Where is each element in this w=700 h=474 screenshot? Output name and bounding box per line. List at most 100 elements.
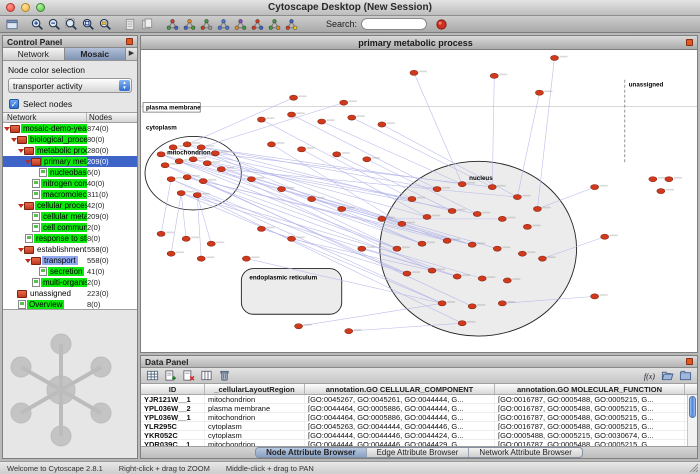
network-edge[interactable] xyxy=(171,193,181,254)
attribute-columns-icon[interactable] xyxy=(198,368,215,384)
network-node[interactable] xyxy=(157,152,165,157)
network-node[interactable] xyxy=(290,95,298,100)
network-node[interactable] xyxy=(177,190,185,195)
tree-item[interactable]: mosaic-demo-yeast874(0) xyxy=(3,123,137,134)
network-node[interactable] xyxy=(338,206,346,211)
network-node[interactable] xyxy=(257,117,265,122)
network-node[interactable] xyxy=(295,324,303,329)
tree-expander-icon[interactable] xyxy=(10,138,17,142)
annotation-icon[interactable] xyxy=(266,16,283,32)
tree-item[interactable]: nitrogen compo...40(0) xyxy=(3,178,137,189)
show-all-icon[interactable] xyxy=(139,16,156,32)
network-node[interactable] xyxy=(345,329,353,334)
close-window-button[interactable] xyxy=(6,3,15,12)
tree-expander-icon[interactable] xyxy=(24,259,31,263)
search-input[interactable] xyxy=(361,18,427,30)
network-node[interactable] xyxy=(550,55,558,60)
select-nodes-checkbox[interactable]: ✓ xyxy=(9,99,19,109)
network-node[interactable] xyxy=(348,115,356,120)
zoom-selected-icon[interactable] xyxy=(63,16,80,32)
network-node[interactable] xyxy=(267,142,275,147)
select-attributes-icon[interactable] xyxy=(144,368,161,384)
expand-network-icon[interactable] xyxy=(198,16,215,32)
table-row[interactable]: YPL036W__2plasma membrane[GO:0044464, GO… xyxy=(141,404,697,413)
window-titlebar[interactable]: Cytoscape Desktop (New Session) xyxy=(0,0,700,16)
tab-node-attribute-browser[interactable]: Node Attribute Browser xyxy=(256,448,367,457)
minimize-window-button[interactable] xyxy=(21,3,30,12)
zoom-in-icon[interactable] xyxy=(29,16,46,32)
network-node[interactable] xyxy=(378,122,386,127)
column-header[interactable]: annotation.GO CELLULAR_COMPONENT xyxy=(305,384,495,394)
network-edge[interactable] xyxy=(414,73,462,184)
table-scrollbar-thumb[interactable] xyxy=(689,396,696,418)
session-save-icon[interactable] xyxy=(283,16,300,32)
network-node[interactable] xyxy=(473,211,481,216)
tree-item[interactable]: nucleobase...6(0) xyxy=(3,167,137,178)
network-node[interactable] xyxy=(182,236,190,241)
network-node[interactable] xyxy=(175,159,183,164)
table-row[interactable]: YPL036W__1mitochondrion[GO:0044464, GO:0… xyxy=(141,413,697,422)
float-data-panel-button[interactable] xyxy=(686,358,693,365)
tree-item[interactable]: cellular process42(0) xyxy=(3,200,137,211)
network-node[interactable] xyxy=(523,224,531,229)
node-color-select[interactable]: transporter activity ▲▼ xyxy=(8,78,132,93)
plugin-manager-icon[interactable] xyxy=(249,16,266,32)
vizmapper-icon[interactable] xyxy=(232,16,249,32)
tab-mosaic[interactable]: Mosaic xyxy=(65,48,127,60)
network-node[interactable] xyxy=(197,256,205,261)
table-row[interactable]: YDR039C__1mitochondrion[GO:0044444, GO:0… xyxy=(141,440,697,446)
network-node[interactable] xyxy=(448,208,456,213)
new-session-window-icon[interactable] xyxy=(4,16,21,32)
tree-item[interactable]: primary metab...209(0) xyxy=(3,156,137,167)
import-attributes-icon[interactable] xyxy=(659,368,676,384)
tree-item[interactable]: establishment of lo...558(0) xyxy=(3,244,137,255)
import-network-icon[interactable] xyxy=(164,16,181,32)
zoom-out-icon[interactable] xyxy=(46,16,63,32)
tab-network[interactable]: Network xyxy=(3,48,65,60)
network-edge[interactable] xyxy=(181,193,186,239)
network-node[interactable] xyxy=(418,241,426,246)
network-node[interactable] xyxy=(458,182,466,187)
network-node[interactable] xyxy=(189,157,197,162)
network-node[interactable] xyxy=(665,177,673,182)
network-node[interactable] xyxy=(533,206,541,211)
network-node[interactable] xyxy=(378,216,386,221)
first-neighbors-icon[interactable] xyxy=(181,16,198,32)
network-node[interactable] xyxy=(398,221,406,226)
network-node[interactable] xyxy=(167,251,175,256)
network-node[interactable] xyxy=(428,268,436,273)
delete-attribute-icon[interactable] xyxy=(180,368,197,384)
tree-item[interactable]: macromolecule...311(0) xyxy=(3,189,137,200)
tree-item[interactable]: metabolic process280(0) xyxy=(3,145,137,156)
network-node[interactable] xyxy=(591,185,599,190)
table-scrollbar[interactable] xyxy=(687,395,697,446)
network-node[interactable] xyxy=(193,192,201,197)
zoom-fit-icon[interactable] xyxy=(80,16,97,32)
tree-item[interactable]: unassigned223(0) xyxy=(3,288,137,299)
tree-column-nodes[interactable]: Nodes xyxy=(87,113,137,122)
network-node[interactable] xyxy=(518,251,526,256)
tree-expander-icon[interactable] xyxy=(17,149,24,153)
network-node[interactable] xyxy=(242,256,250,261)
tree-expander-icon[interactable] xyxy=(3,127,10,131)
column-header[interactable]: _cellularLayoutRegion xyxy=(205,384,305,394)
tree-item[interactable]: Overview8(0) xyxy=(3,299,137,310)
network-node[interactable] xyxy=(288,236,296,241)
network-node[interactable] xyxy=(453,274,461,279)
network-node[interactable] xyxy=(490,73,498,78)
tree-item[interactable]: transport558(0) xyxy=(3,255,137,266)
network-node[interactable] xyxy=(217,167,225,172)
tree-item[interactable]: secretion41(0) xyxy=(3,266,137,277)
network-node[interactable] xyxy=(503,278,511,283)
tree-expander-icon[interactable] xyxy=(17,248,24,252)
layout-icon[interactable] xyxy=(215,16,232,32)
network-node[interactable] xyxy=(393,246,401,251)
network-edge[interactable] xyxy=(197,195,201,259)
network-node[interactable] xyxy=(358,246,366,251)
network-node[interactable] xyxy=(298,147,306,152)
hide-selected-icon[interactable] xyxy=(122,16,139,32)
float-view-button[interactable] xyxy=(686,39,693,46)
network-node[interactable] xyxy=(535,90,543,95)
table-row[interactable]: YLR295Ccytoplasm[GO:0045263, GO:0044444,… xyxy=(141,422,697,431)
network-node[interactable] xyxy=(649,177,657,182)
